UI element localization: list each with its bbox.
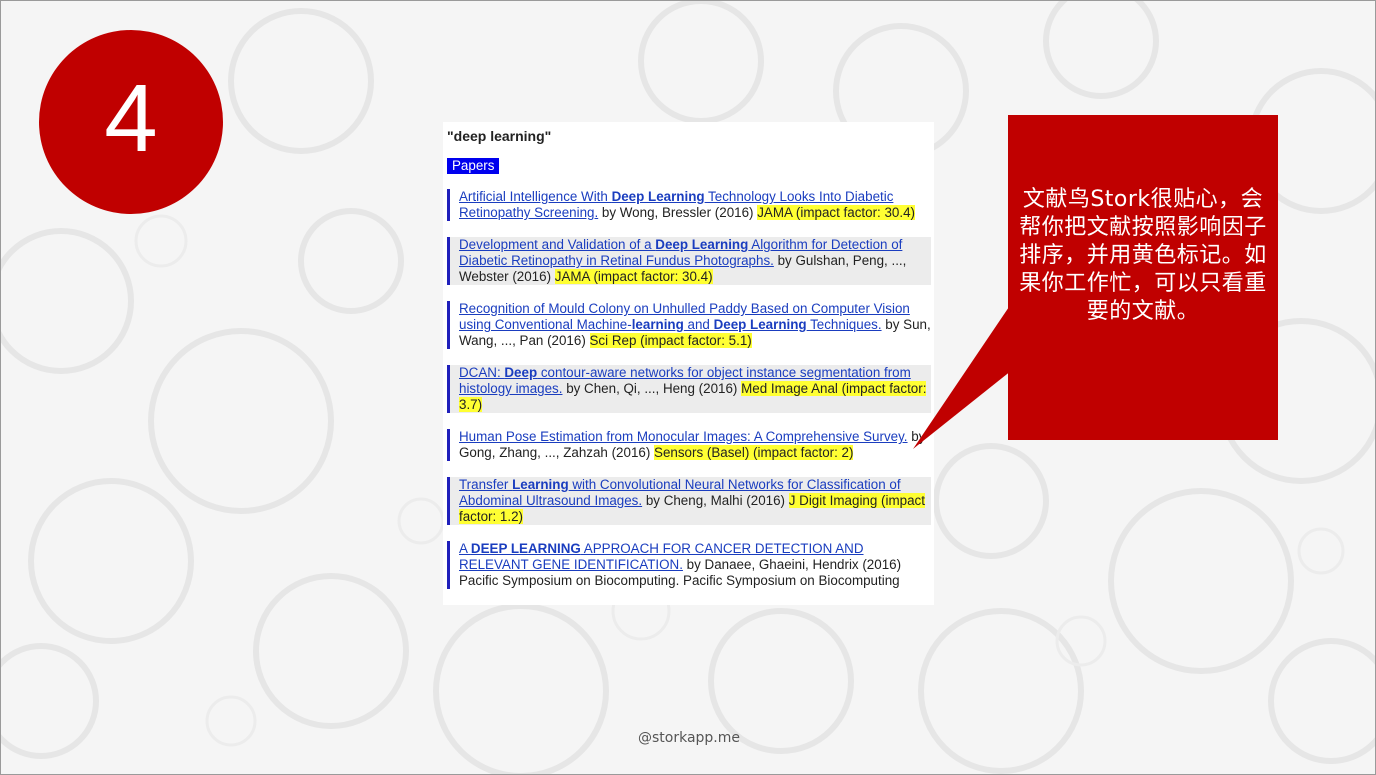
paper-entry: Recognition of Mould Colony on Unhulled …: [447, 301, 931, 349]
paper-title-link[interactable]: Human Pose Estimation from Monocular Ima…: [459, 429, 908, 444]
footer-handle: @storkapp.me: [637, 730, 741, 746]
step-number: 4: [104, 65, 158, 172]
paper-entry: Development and Validation of a Deep Lea…: [447, 237, 931, 285]
paper-title-link[interactable]: Recognition of Mould Colony on Unhulled …: [459, 301, 910, 332]
journal-impact: Sensors (Basel) (impact factor: 2): [654, 445, 854, 460]
paper-authors: by Wong, Bressler (2016): [598, 205, 758, 220]
journal-impact: JAMA (impact factor: 30.4): [757, 205, 915, 220]
callout-text: 文献鸟Stork很贴心，会帮你把文献按照影响因子排序，并用黄色标记。如果你工作忙…: [1019, 187, 1267, 324]
search-results-panel: "deep learning" Papers Artificial Intell…: [443, 122, 934, 605]
paper-entry: Transfer Learning with Convolutional Neu…: [447, 477, 931, 525]
journal-impact: JAMA (impact factor: 30.4): [554, 269, 713, 284]
paper-entry: DCAN: Deep contour-aware networks for ob…: [447, 365, 931, 413]
paper-entry: A DEEP LEARNING APPROACH FOR CANCER DETE…: [447, 541, 931, 589]
slide: 4 "deep learning" Papers Artificial Inte…: [0, 0, 1376, 775]
search-query: "deep learning": [447, 128, 552, 144]
papers-section-tag: Papers: [447, 158, 500, 174]
paper-entry: Artificial Intelligence With Deep Learni…: [447, 189, 931, 221]
step-badge: 4: [39, 30, 223, 214]
paper-authors: by Chen, Qi, ..., Heng (2016): [562, 381, 742, 396]
paper-authors: by Cheng, Malhi (2016): [642, 493, 789, 508]
journal-impact: Sci Rep (impact factor: 5.1): [589, 333, 752, 348]
paper-entry: Human Pose Estimation from Monocular Ima…: [447, 429, 931, 461]
